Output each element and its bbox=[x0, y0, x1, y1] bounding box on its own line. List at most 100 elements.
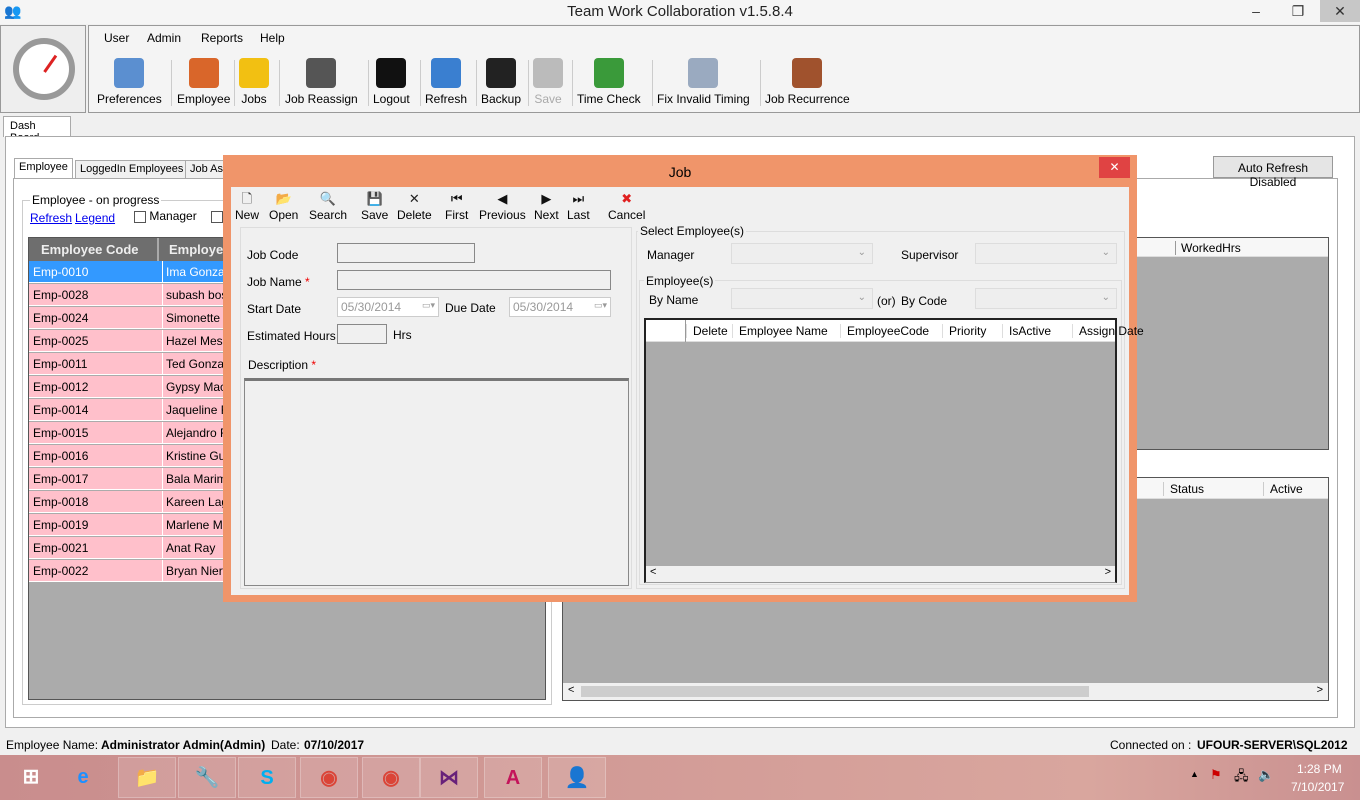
manager-checkbox[interactable]: Manager bbox=[134, 209, 197, 223]
access-icon[interactable]: A bbox=[484, 757, 542, 798]
toolbar-jobs-button[interactable]: Jobs bbox=[239, 56, 269, 110]
column-header[interactable]: Priority bbox=[942, 324, 986, 338]
network-icon[interactable]: 🖧 bbox=[1234, 767, 1249, 789]
column-header[interactable]: EmployeeCode bbox=[840, 324, 929, 338]
table-row[interactable]: Emp-0014 Jaqueline Ro bbox=[29, 399, 236, 421]
estimated-hours-input[interactable] bbox=[337, 324, 387, 344]
dialog-save-button[interactable]: 💾 Save bbox=[361, 190, 388, 222]
scroll-right-icon[interactable]: > bbox=[1105, 566, 1111, 578]
column-header[interactable]: Delete bbox=[686, 324, 728, 338]
clock-date[interactable]: 7/10/2017 bbox=[1291, 780, 1344, 794]
group-title: Employee - on progress bbox=[30, 193, 162, 207]
toolbar-refresh-button[interactable]: Refresh bbox=[425, 56, 467, 110]
dialog-open-button[interactable]: 📂 Open bbox=[269, 190, 298, 222]
minimize-button[interactable]: – bbox=[1236, 0, 1276, 22]
dialog-new-button[interactable]: 🗋 New bbox=[235, 190, 259, 222]
horizontal-scrollbar[interactable]: < > bbox=[646, 566, 1115, 582]
toolbar-logout-button[interactable]: Logout bbox=[373, 56, 410, 110]
by-name-dropdown[interactable]: ⌄ bbox=[731, 288, 873, 309]
scrollbar-thumb[interactable] bbox=[581, 686, 1089, 697]
table-row[interactable]: Emp-0011 Ted Gonzale bbox=[29, 353, 233, 375]
file-explorer-icon[interactable]: 📁 bbox=[118, 757, 176, 798]
menu-user[interactable]: User bbox=[104, 31, 129, 45]
table-row[interactable]: Emp-0016 Kristine Gutie bbox=[29, 445, 238, 467]
scroll-left-icon[interactable]: < bbox=[650, 566, 656, 578]
table-row[interactable]: Emp-0015 Alejandro Ro bbox=[29, 422, 235, 444]
job-name-input[interactable] bbox=[337, 270, 611, 290]
refresh-link[interactable]: Refresh bbox=[30, 211, 72, 225]
toolbar-time-check-button[interactable]: Time Check bbox=[577, 56, 641, 110]
tab-dash-board[interactable]: Dash Board bbox=[3, 116, 71, 144]
window-title: Team Work Collaboration v1.5.8.4 bbox=[567, 3, 793, 20]
dialog-cancel-button[interactable]: ✖ Cancel bbox=[608, 190, 645, 222]
internet-explorer-icon[interactable]: e bbox=[54, 757, 112, 798]
table-row[interactable]: Emp-0019 Marlene Ma bbox=[29, 514, 229, 536]
column-header[interactable]: Active bbox=[1263, 482, 1303, 496]
assigned-employees-grid[interactable]: Delete Employee Name EmployeeCode Priority I… bbox=[644, 318, 1144, 583]
toolbar-job-reassign-button[interactable]: Job Reassign bbox=[285, 56, 358, 110]
table-row[interactable]: Emp-0022 Bryan Nierve bbox=[29, 560, 235, 582]
description-textarea[interactable] bbox=[244, 378, 629, 586]
dialog-search-button[interactable]: 🔍 Search bbox=[309, 190, 347, 222]
job-code-input[interactable] bbox=[337, 243, 475, 263]
table-row[interactable]: Emp-0021 Anat Ray bbox=[29, 537, 225, 559]
table-row[interactable]: Emp-0010 Ima Gonzale bbox=[29, 261, 234, 283]
close-button[interactable]: ✕ bbox=[1320, 0, 1360, 22]
table-row[interactable]: Emp-0028 subash bose bbox=[29, 284, 234, 306]
visual-studio-icon[interactable]: ⋈ bbox=[420, 757, 478, 798]
auto-refresh-button[interactable]: Auto Refresh Disabled bbox=[1213, 156, 1333, 189]
column-header[interactable]: Employee Name bbox=[732, 324, 828, 338]
column-header[interactable]: Assign Date bbox=[1072, 324, 1144, 338]
show-hidden-icons[interactable]: ▲ bbox=[1190, 769, 1199, 779]
menu-help[interactable]: Help bbox=[260, 31, 285, 45]
toolbar-job-recurrence-button[interactable]: Job Recurrence bbox=[765, 56, 850, 110]
toolbar-save-button[interactable]: Save bbox=[533, 56, 563, 110]
menu-reports[interactable]: Reports bbox=[201, 31, 243, 45]
clock-time[interactable]: 1:28 PM bbox=[1297, 762, 1342, 776]
legend-link[interactable]: Legend bbox=[75, 211, 115, 225]
tab-loggedin-employees[interactable]: LoggedIn Employees bbox=[75, 160, 189, 179]
supervisor-dropdown[interactable]: ⌄ bbox=[975, 243, 1117, 264]
toolbar-fix-invalid-timing-button[interactable]: Fix Invalid Timing bbox=[657, 56, 750, 110]
due-date-label: Due Date bbox=[445, 301, 496, 315]
table-row[interactable]: Emp-0024 Simonette R bbox=[29, 307, 232, 329]
dialog-last-button[interactable]: ⏭ Last bbox=[567, 190, 590, 222]
start-date-picker[interactable]: 05/30/2014 ▭▾ bbox=[337, 297, 439, 317]
team-work-icon[interactable]: 👤 bbox=[548, 757, 606, 798]
tools-icon[interactable]: 🔧 bbox=[178, 757, 236, 798]
toolbar-backup-button[interactable]: Backup bbox=[481, 56, 521, 110]
table-row[interactable]: Emp-0025 Hazel Messi bbox=[29, 330, 231, 352]
column-header[interactable]: WorkedHrs bbox=[1175, 241, 1241, 255]
table-row[interactable]: Emp-0017 Bala Marimut bbox=[29, 468, 237, 490]
due-date-picker[interactable]: 05/30/2014 ▭▾ bbox=[509, 297, 611, 317]
volume-icon[interactable]: 🔈 bbox=[1258, 767, 1274, 783]
tab-employee[interactable]: Employee bbox=[14, 158, 73, 179]
table-row[interactable]: Emp-0018 Kareen Lagr bbox=[29, 491, 232, 513]
dialog-close-button[interactable]: ✕ bbox=[1099, 157, 1130, 178]
scroll-left-icon[interactable]: < bbox=[568, 684, 574, 696]
chrome-icon[interactable]: ◉ bbox=[362, 757, 420, 798]
calendar-dropdown-icon[interactable]: ▭▾ bbox=[422, 300, 435, 311]
column-header[interactable]: Employee Code bbox=[29, 238, 159, 261]
dialog-first-button[interactable]: ⏮ First bbox=[445, 190, 468, 222]
scroll-right-icon[interactable]: > bbox=[1317, 684, 1323, 696]
chrome-icon[interactable]: ◉ bbox=[300, 757, 358, 798]
table-row[interactable]: Emp-0012 Gypsy Mace bbox=[29, 376, 233, 398]
dialog-delete-button[interactable]: ✕ Delete bbox=[397, 190, 432, 222]
manager-dropdown[interactable]: ⌄ bbox=[731, 243, 873, 264]
toolbar-employee-button[interactable]: Employee bbox=[177, 56, 230, 110]
dialog-previous-button[interactable]: ◀ Previous bbox=[479, 190, 526, 222]
action-center-icon[interactable]: ⚑ bbox=[1210, 767, 1222, 783]
skype-icon[interactable]: S bbox=[238, 757, 296, 798]
menu-admin[interactable]: Admin bbox=[147, 31, 181, 45]
windows-start-icon[interactable]: ⊞ bbox=[2, 757, 60, 798]
column-header[interactable]: Status bbox=[1163, 482, 1204, 496]
checkbox[interactable] bbox=[211, 209, 223, 223]
column-header[interactable]: IsActive bbox=[1002, 324, 1051, 338]
horizontal-scrollbar[interactable]: < > bbox=[563, 683, 1328, 700]
calendar-dropdown-icon[interactable]: ▭▾ bbox=[594, 300, 607, 311]
toolbar-preferences-button[interactable]: Preferences bbox=[97, 56, 162, 110]
restore-button[interactable]: ❐ bbox=[1278, 0, 1318, 22]
by-code-dropdown[interactable]: ⌄ bbox=[975, 288, 1117, 309]
dialog-next-button[interactable]: ▶ Next bbox=[534, 190, 559, 222]
